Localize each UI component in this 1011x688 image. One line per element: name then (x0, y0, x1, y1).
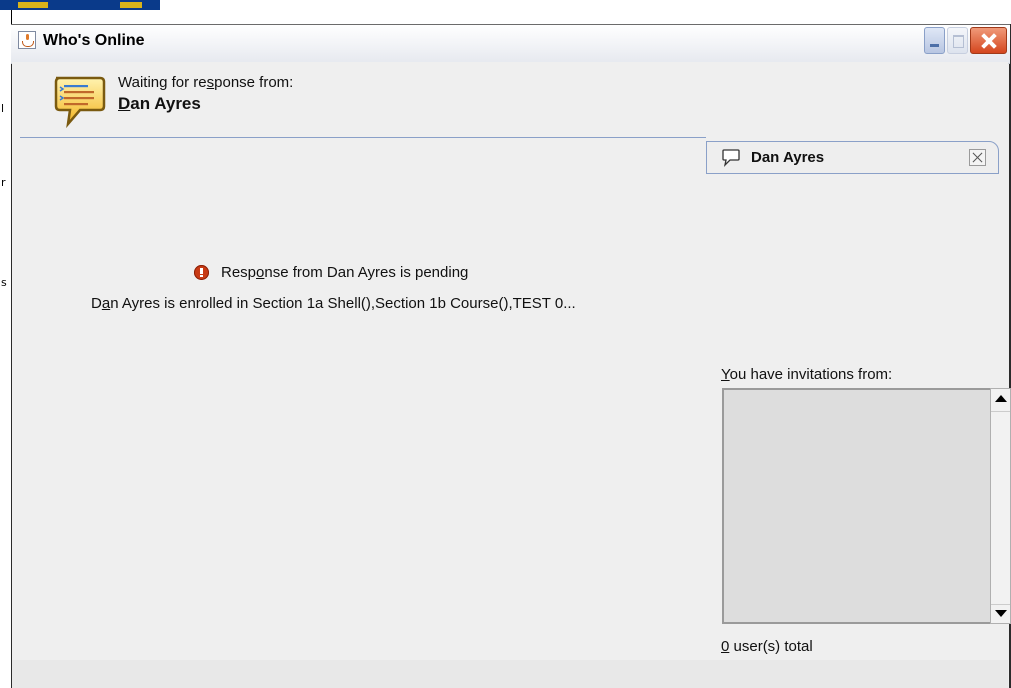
waiting-label: Waiting for response from: (118, 74, 294, 91)
close-tab-button[interactable] (969, 149, 986, 166)
scrollbar-track[interactable] (991, 411, 1010, 605)
background-glyph: s (1, 276, 7, 289)
waiting-user-name: Dan Ayres (118, 94, 201, 113)
speech-bubble-icon (54, 76, 106, 129)
invitations-scrollbar[interactable] (990, 388, 1011, 624)
minimize-button[interactable] (924, 27, 945, 54)
chat-tab-label: Dan Ayres (751, 149, 825, 166)
header-divider (20, 137, 706, 138)
window-footer (12, 660, 1008, 688)
invitations-list[interactable] (722, 388, 990, 624)
window-title: Who's Online (43, 32, 145, 49)
user-total-label: 0 user(s) total (721, 638, 813, 655)
scroll-down-icon[interactable] (995, 610, 1007, 617)
background-glyph: l (1, 102, 5, 115)
chat-tab-dan-ayres[interactable]: Dan Ayres (706, 141, 999, 174)
invitations-label: You have invitations from: (721, 366, 893, 383)
background-glyph: r (1, 176, 6, 189)
background-window-titlebar (0, 0, 160, 10)
title-bar[interactable]: Who's Online (11, 24, 1010, 64)
java-cup-icon (18, 31, 36, 49)
maximize-button[interactable] (947, 27, 968, 54)
close-window-button[interactable] (970, 27, 1007, 54)
chat-bubble-icon (722, 149, 740, 167)
enrollment-info: Dan Ayres is enrolled in Section 1a Shel… (91, 295, 576, 312)
pending-status-message: Response from Dan Ayres is pending (194, 263, 468, 281)
pending-status-text: Response from Dan Ayres is pending (221, 263, 469, 281)
warning-icon (194, 264, 209, 280)
scroll-up-icon[interactable] (995, 395, 1007, 402)
